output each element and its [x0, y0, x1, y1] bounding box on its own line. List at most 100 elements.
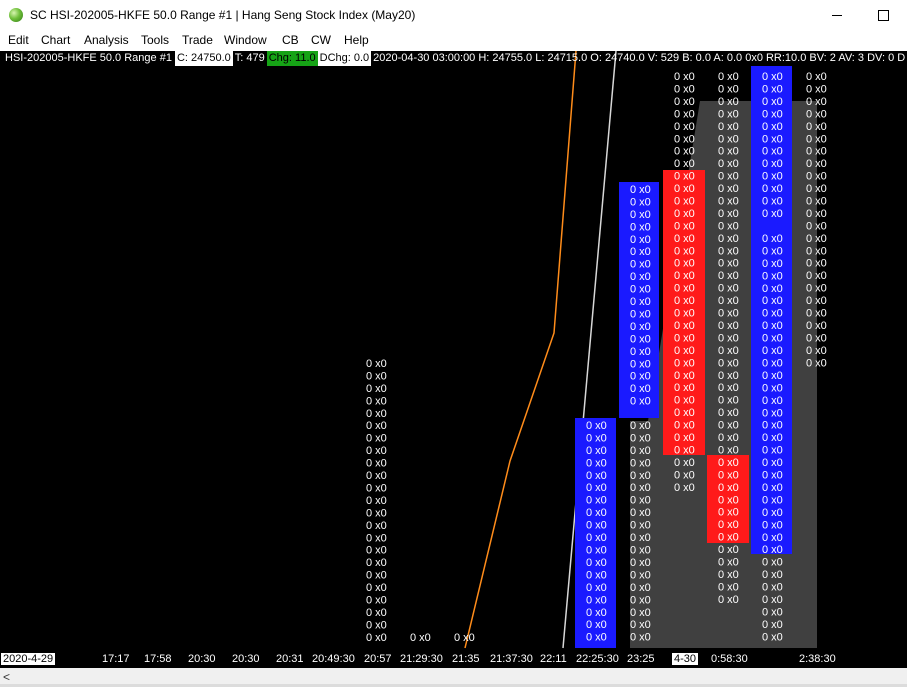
cell-label: 0 x0 [806, 320, 827, 332]
cell-label: 0 x0 [718, 345, 739, 357]
cell-label: 0 x0 [762, 494, 783, 506]
info-close: C: 24750.0 [174, 51, 233, 66]
cell-label: 0 x0 [630, 346, 651, 358]
cell-label: 0 x0 [762, 308, 783, 320]
cell-label: 0 x0 [762, 245, 783, 257]
cell-label: 0 x0 [366, 545, 387, 557]
cell-label: 0 x0 [674, 84, 695, 96]
cell-label: 0 x0 [674, 196, 695, 208]
cell-label: 0 x0 [366, 495, 387, 507]
cell-label: 0 x0 [366, 595, 387, 607]
cell-label: 0 x0 [718, 208, 739, 220]
cell-label: 0 x0 [806, 96, 827, 108]
cell-label: 0 x0 [674, 308, 695, 320]
cell-label: 0 x0 [674, 283, 695, 295]
cell-label: 0 x0 [674, 295, 695, 307]
menu-chart[interactable]: Chart [41, 33, 70, 47]
maximize-button[interactable] [860, 0, 906, 31]
cell-label: 0 x0 [806, 208, 827, 220]
minimize-button[interactable] [814, 0, 860, 31]
cell-label: 0 x0 [762, 407, 783, 419]
info-change: Chg: 11.0 [266, 51, 318, 66]
menu-analysis[interactable]: Analysis [84, 33, 129, 47]
cell-label: 0 x0 [586, 420, 607, 432]
chart-area[interactable]: 0 x0 0 x0 0 x0 0 x0 0 x0 0 x0 0 x0 0 x0 0 x0 0 x0… [0, 51, 907, 651]
cell-label: 0 x0 [366, 383, 387, 395]
cell-label: 0 x0 [762, 283, 783, 295]
cell-label: 0 x0 [762, 121, 783, 133]
cell-label: 0 x0 [762, 133, 783, 145]
chart-canvas[interactable]: 0 x0 0 x0 0 x0 0 x0 0 x0 0 x0 0 x0 0 x0 0 x0 0 x0… [0, 51, 907, 651]
cell-label: 0 x0 [718, 432, 739, 444]
cell-label: 0 x0 [674, 432, 695, 444]
cell-label: 0 x0 [718, 382, 739, 394]
cell-label: 0 x0 [806, 245, 827, 257]
time-tick: 20:31 [276, 653, 304, 665]
cell-label: 0 x0 [806, 71, 827, 83]
cell-label: 0 x0 [762, 146, 783, 158]
cell-label: 0 x0 [630, 383, 651, 395]
time-tick: 20:30 [232, 653, 260, 665]
cell-label: 0 x0 [718, 196, 739, 208]
cell-label: 0 x0 [586, 495, 607, 507]
time-tick: 21:35 [452, 653, 480, 665]
cell-label: 0 x0 [674, 420, 695, 432]
cell-label: 0 x0 [674, 482, 695, 494]
cell-label: 0 x0 [366, 632, 387, 644]
cell-label: 0 x0 [366, 408, 387, 420]
cell-label: 0 x0 [366, 532, 387, 544]
cell-label: 0 x0 [674, 258, 695, 270]
cell-label: 0 x0 [586, 607, 607, 619]
cell-label: 0 x0 [366, 507, 387, 519]
cell-label: 0 x0 [718, 532, 739, 544]
cell-label: 0 x0 [718, 370, 739, 382]
menu-cw[interactable]: CW [311, 33, 331, 47]
cell-label: 0 x0 [630, 470, 651, 482]
cell-label: 0 x0 [674, 357, 695, 369]
time-tick: 23:25 [627, 653, 655, 665]
cell-label: 0 x0 [630, 482, 651, 494]
cell-label: 0 x0 [630, 545, 651, 557]
cell-label: 0 x0 [630, 582, 651, 594]
info-dchange: DChg: 0.0 [317, 51, 372, 66]
menu-window[interactable]: Window [224, 33, 267, 47]
cell-label: 0 x0 [630, 371, 651, 383]
cell-label: 0 x0 [762, 295, 783, 307]
cell-label: 0 x0 [718, 121, 739, 133]
cell-label: 0 x0 [630, 457, 651, 469]
cell-label: 0 x0 [718, 233, 739, 245]
cell-label: 0 x0 [806, 220, 827, 232]
cell-label: 0 x0 [762, 270, 783, 282]
cell-label: 0 x0 [410, 632, 431, 644]
menu-tools[interactable]: Tools [141, 33, 169, 47]
cell-label: 0 x0 [366, 620, 387, 632]
cell-label: 0 x0 [718, 594, 739, 606]
cell-label: 0 x0 [762, 183, 783, 195]
cell-label: 0 x0 [718, 108, 739, 120]
cell-label: 0 x0 [762, 84, 783, 96]
cell-label: 0 x0 [718, 507, 739, 519]
horizontal-scrollbar[interactable]: < [0, 668, 907, 687]
cell-label: 0 x0 [806, 84, 827, 96]
cell-label: 0 x0 [806, 233, 827, 245]
cell-label: 0 x0 [674, 370, 695, 382]
cell-label: 0 x0 [630, 632, 651, 644]
menu-edit[interactable]: Edit [8, 33, 29, 47]
menu-help[interactable]: Help [344, 33, 369, 47]
cell-label: 0 x0 [630, 569, 651, 581]
menu-cb[interactable]: CB [282, 33, 299, 47]
app-globe-icon [9, 8, 23, 22]
cell-label: 0 x0 [762, 395, 783, 407]
cell-label: 0 x0 [366, 433, 387, 445]
cell-label: 0 x0 [806, 283, 827, 295]
cell-label: 0 x0 [586, 507, 607, 519]
cell-label: 0 x0 [586, 520, 607, 532]
time-tick: 21:37:30 [490, 653, 533, 665]
cell-label: 0 x0 [718, 482, 739, 494]
cell-label: 0 x0 [718, 133, 739, 145]
cell-label: 0 x0 [718, 245, 739, 257]
cell-label: 0 x0 [762, 470, 783, 482]
menu-trade[interactable]: Trade [182, 33, 213, 47]
cell-label: 0 x0 [806, 345, 827, 357]
minimize-icon [832, 15, 842, 16]
